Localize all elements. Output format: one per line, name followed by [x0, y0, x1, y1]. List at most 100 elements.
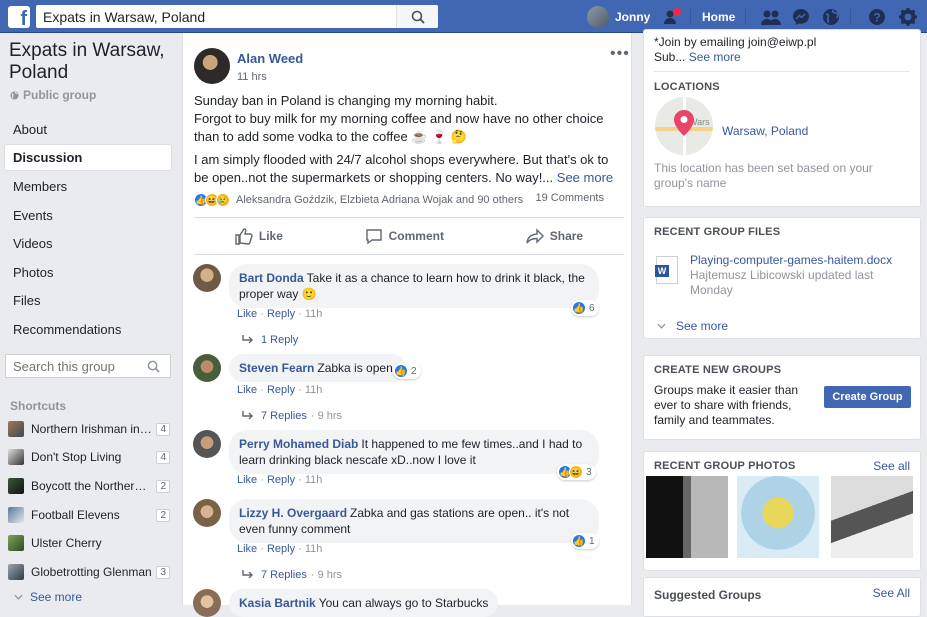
nav-videos[interactable]: Videos — [5, 231, 171, 256]
comment-reaction-count: 6 — [589, 302, 595, 314]
author-avatar[interactable] — [194, 48, 230, 84]
description-see-more[interactable]: See more — [689, 50, 741, 64]
files-see-more-label: See more — [676, 319, 729, 333]
global-search — [36, 5, 438, 28]
post-author[interactable]: Alan Weed — [237, 51, 303, 66]
comment-time[interactable]: 11h — [305, 543, 323, 555]
post-see-more[interactable]: See more — [557, 170, 613, 185]
commenter-name[interactable]: Bart Donda — [239, 271, 304, 285]
shortcut-count: 4 — [156, 422, 170, 436]
view-replies-link[interactable]: 7 Replies · 9 hrs — [241, 410, 342, 422]
shortcut-item[interactable]: Northern Irishman in Warsaw 4 — [8, 419, 170, 439]
profile-link[interactable]: Jonny — [587, 6, 650, 28]
comment-like-link[interactable]: Like — [237, 474, 257, 486]
create-group-button[interactable]: Create Group — [824, 386, 911, 408]
share-label: Share — [549, 229, 584, 243]
reactors-list[interactable]: Aleksandra Goździk, Elzbieta Adriana Woj… — [236, 194, 523, 206]
find-friends-button[interactable] — [662, 6, 684, 28]
shortcut-item[interactable]: Don't Stop Living 4 — [8, 447, 170, 467]
commenter-avatar[interactable] — [193, 499, 221, 527]
group-search-input[interactable] — [6, 358, 141, 374]
join-info: *Join by emailing join@eiwp.pl — [654, 35, 817, 49]
comment-time[interactable]: 11h — [305, 308, 323, 320]
photos-see-all[interactable]: See all — [873, 459, 910, 473]
notifications-button[interactable] — [820, 6, 842, 28]
global-search-input[interactable] — [36, 8, 396, 25]
location-map[interactable]: Wars — [655, 97, 713, 155]
search-button[interactable] — [396, 5, 438, 28]
group-title[interactable]: Expats in Warsaw, Poland — [9, 40, 179, 84]
nav-recommendations[interactable]: Recommendations — [5, 317, 171, 342]
home-link[interactable]: Home — [702, 10, 735, 24]
comment-button[interactable]: Comment — [365, 228, 444, 245]
search-icon[interactable] — [147, 360, 160, 373]
post-text-paragraph: I am simply flooded with 24/7 alcohol sh… — [194, 151, 614, 187]
commenter-avatar[interactable] — [193, 354, 221, 382]
suggested-see-all[interactable]: See All — [873, 586, 910, 600]
share-button[interactable]: Share — [526, 227, 584, 245]
shortcut-item[interactable]: Ulster Cherry — [8, 533, 170, 553]
nav-photos[interactable]: Photos — [5, 260, 171, 285]
comment-like-link[interactable]: Like — [237, 384, 257, 396]
nav-events[interactable]: Events — [5, 203, 171, 228]
help-icon: ? — [869, 9, 885, 25]
comment-like-link[interactable]: Like — [237, 543, 257, 555]
comment-reply-link[interactable]: Reply — [267, 543, 295, 555]
nav-discussion[interactable]: Discussion — [5, 145, 171, 170]
comments-count[interactable]: 19 Comments — [536, 192, 604, 204]
commenter-name[interactable]: Lizzy H. Overgaard — [239, 506, 347, 520]
file-name[interactable]: Playing-computer-games-haitem.docx — [690, 253, 910, 267]
shortcut-name: Globetrotting Glenman — [31, 565, 152, 579]
group-photo[interactable] — [737, 476, 819, 558]
create-groups-text: Groups make it easier than ever to share… — [654, 383, 799, 427]
shortcut-item[interactable]: Boycott the Northern Irishman 2 — [8, 476, 170, 496]
group-photo[interactable] — [831, 476, 913, 558]
shortcut-item[interactable]: Globetrotting Glenman 3 — [8, 562, 170, 582]
commenter-avatar[interactable] — [193, 264, 221, 292]
description-snippet: Sub... See more — [654, 50, 741, 64]
nav-about[interactable]: About — [5, 117, 171, 142]
comment-reactions[interactable]: 👍 6 — [571, 300, 599, 316]
comment-reactions[interactable]: 👍 2 — [393, 363, 421, 379]
commenter-name[interactable]: Kasia Bartnik — [239, 596, 316, 610]
facebook-logo[interactable]: f — [8, 6, 30, 28]
friend-requests-button[interactable] — [760, 6, 782, 28]
messages-button[interactable] — [790, 6, 812, 28]
replies-time-value: 9 hrs — [317, 410, 343, 422]
group-photo[interactable] — [646, 476, 728, 558]
commenter-avatar[interactable] — [193, 589, 221, 617]
comment-reply-link[interactable]: Reply — [267, 474, 295, 486]
post-timestamp[interactable]: 11 hrs — [237, 71, 267, 83]
shortcut-item[interactable]: Football Elevens 2 — [8, 505, 170, 525]
comment-reply-link[interactable]: Reply — [267, 308, 295, 320]
create-groups-header: CREATE NEW GROUPS — [654, 364, 782, 376]
share-icon — [526, 227, 544, 244]
nav-files[interactable]: Files — [5, 288, 171, 313]
post-text-line: I am simply flooded with 24/7 alcohol sh… — [194, 152, 609, 185]
comment-like-link[interactable]: Like — [237, 308, 257, 320]
comment-reactions[interactable]: 👍 1 — [571, 533, 599, 549]
settings-button[interactable] — [897, 6, 919, 28]
files-see-more[interactable]: See more — [657, 319, 728, 333]
commenter-name[interactable]: Steven Fearn — [239, 361, 314, 375]
help-button[interactable]: ? — [866, 6, 888, 28]
view-replies-link[interactable]: 1 Reply — [241, 334, 298, 346]
replies-count: 1 Reply — [261, 334, 299, 346]
comment-time[interactable]: 11h — [305, 474, 323, 486]
commenter-name[interactable]: Perry Mohamed Diab — [239, 437, 358, 451]
nav-members[interactable]: Members — [5, 174, 171, 199]
left-sidebar: Expats in Warsaw, Poland Public group Ab… — [0, 33, 182, 605]
commenter-avatar[interactable] — [193, 430, 221, 458]
location-name[interactable]: Warsaw, Poland — [722, 124, 808, 138]
post-options-button[interactable]: ••• — [610, 45, 630, 63]
comment-reactions[interactable]: 👍 😆 3 — [557, 464, 596, 480]
comment-meta: Like · Reply · 11h — [237, 543, 323, 555]
view-replies-link[interactable]: 7 Replies · 9 hrs — [241, 569, 342, 581]
comment-reply-link[interactable]: Reply — [267, 384, 295, 396]
recent-photos-card: RECENT GROUP PHOTOS See all — [643, 451, 921, 571]
replies-time: · 9 hrs — [310, 410, 343, 422]
comment-time[interactable]: 11h — [305, 384, 323, 396]
shortcuts-see-more[interactable]: See more — [14, 590, 82, 604]
like-button[interactable]: Like — [235, 227, 283, 245]
like-reaction-icon: 👍 — [572, 534, 586, 548]
